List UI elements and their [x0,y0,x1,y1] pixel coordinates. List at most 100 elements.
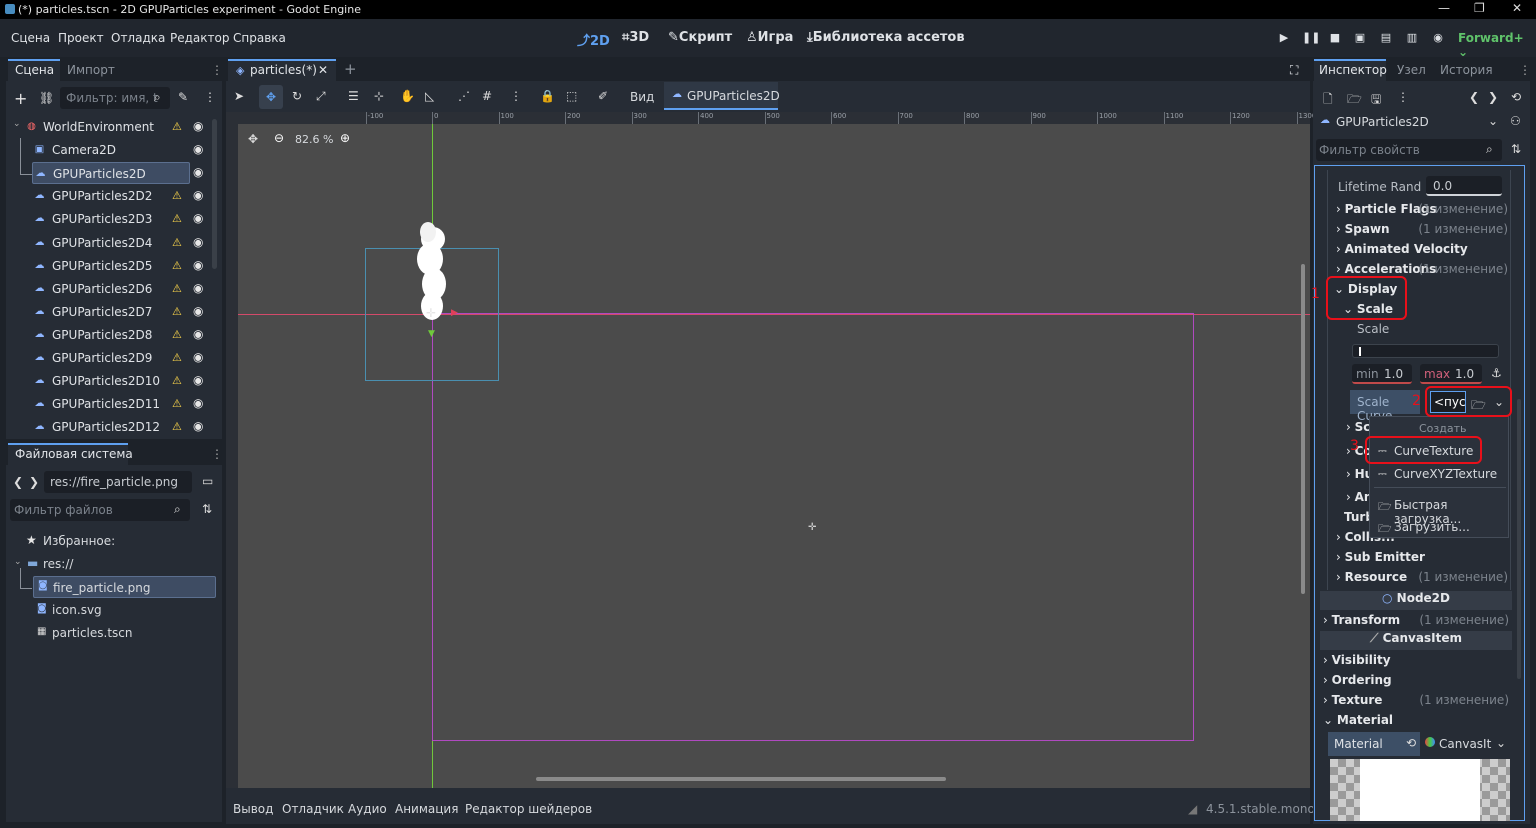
save-resource-icon[interactable]: 🖫 [1371,90,1381,111]
list-select-icon[interactable]: ☰ [348,89,359,103]
forward-icon[interactable]: ❯ [29,475,39,489]
play-custom-icon[interactable]: ▥ [1405,31,1419,45]
visibility-eye-icon[interactable]: ◉ [193,165,203,179]
lock-icon[interactable]: 🔒 [540,89,555,103]
warning-icon[interactable]: ⚠ [172,397,182,410]
scene-tree-item[interactable]: ☁ GPUParticles2D [32,162,190,185]
history-forward-icon[interactable]: ❯ [1488,90,1498,104]
file-item-icon-svg[interactable]: icon.svg [52,603,102,617]
reset-icon[interactable]: ⟲ [1406,736,1416,750]
property-filter-input[interactable]: Фильтр свойств ⌕ [1316,139,1502,161]
warning-icon[interactable]: ⚠ [172,351,182,364]
scene-tree-item[interactable]: ☁ GPUParticles2D8 [32,324,190,346]
scene-tree-item[interactable]: ☁ GPUParticles2D12 [32,416,190,438]
zoom-level[interactable]: 82.6 % [295,133,333,146]
filesystem-path-input[interactable]: res://fire_particle.png [44,471,192,493]
sort-icon[interactable]: ⇅ [202,502,212,516]
dock-menu-icon[interactable]: ⋮ [211,63,223,77]
menu-scene[interactable]: Сцена [11,31,50,45]
visibility-eye-icon[interactable]: ◉ [193,142,203,156]
material-resource-picker[interactable]: CanvasIt [1421,732,1497,756]
maximize-icon[interactable]: ❐ [1474,1,1485,15]
movie-maker-icon[interactable]: ◉ [1431,31,1445,45]
warning-icon[interactable]: ⚠ [172,212,182,225]
visibility-eye-icon[interactable]: ◉ [193,235,203,249]
group-resource[interactable]: › Resource (1 изменение) [1336,570,1508,584]
warning-icon[interactable]: ⚠ [172,420,182,433]
scale-range-slider[interactable] [1352,344,1499,358]
node-origin-icon[interactable]: ✛ [426,306,436,320]
scene-tree-item[interactable]: ◍ WorldEnvironment [8,116,214,138]
popup-item-quick-load[interactable]: 🗁 Быстрая загрузка... [1374,495,1506,526]
visibility-eye-icon[interactable]: ◉ [193,119,203,133]
menu-project[interactable]: Проект [58,31,104,45]
tab-inspector[interactable]: Инспектор [1319,63,1387,77]
inspector-group[interactable]: › Particle Flags (1 изменение) [1336,202,1508,216]
visibility-eye-icon[interactable]: ◉ [193,188,203,202]
pause-icon[interactable]: ❚❚ [1302,31,1320,45]
scene-filter-input[interactable]: Фильтр: имя, t ⌕ [60,87,170,109]
horizontal-scrollbar[interactable] [536,777,946,781]
warning-icon[interactable]: ⚠ [172,120,182,133]
resource-menu-icon[interactable]: ⋮ [1397,90,1409,104]
zoom-out-icon[interactable]: ⊖ [274,131,284,145]
group-material[interactable]: ⌄ Material [1323,713,1393,727]
tab-scene[interactable]: Сцена [15,63,54,77]
visibility-eye-icon[interactable]: ◉ [193,350,203,364]
visibility-eye-icon[interactable]: ◉ [193,211,203,225]
dock-menu-icon[interactable]: ⋮ [211,447,223,461]
warning-icon[interactable]: ⚠ [172,328,182,341]
folder-res[interactable]: res:// [43,557,73,571]
tab-2d[interactable]: ⤴2D [577,30,610,49]
visibility-eye-icon[interactable]: ◉ [193,373,203,387]
scene-tree-item[interactable]: ☁ GPUParticles2D6 [32,278,190,300]
y-gizmo-arrow[interactable]: ▼ [428,329,435,339]
scene-tab-particles[interactable]: particles(*) [250,63,317,77]
smart-snap-icon[interactable]: ⋰ [458,89,470,103]
visibility-eye-icon[interactable]: ◉ [193,419,203,433]
chevron-down-icon[interactable]: ⌄ [13,119,21,129]
inspector-group[interactable]: › Accelerations (1 изменение) [1336,262,1508,276]
file-item-particles-tscn[interactable]: particles.tscn [52,626,132,640]
visibility-eye-icon[interactable]: ◉ [193,396,203,410]
close-icon[interactable]: ✕ [1512,1,1522,15]
menu-help[interactable]: Справка [233,31,286,45]
property-options-icon[interactable]: ⇅ [1511,142,1521,156]
view-menu[interactable]: Вид [630,90,654,104]
visibility-eye-icon[interactable]: ◉ [193,281,203,295]
renderer-selector[interactable]: Forward+ ⌄ [1458,31,1536,59]
warning-icon[interactable]: ⚠ [172,374,182,387]
visibility-eye-icon[interactable]: ◉ [193,327,203,341]
new-resource-icon[interactable]: 🗋 [1323,90,1333,111]
scene-tree-item[interactable]: ☁ GPUParticles2D7 [32,301,190,323]
tab-debugger[interactable]: Отладчик [282,802,344,816]
back-icon[interactable]: ❮ [13,475,23,489]
history-back-icon[interactable]: ❮ [1469,90,1479,104]
viewport-2d[interactable]: ✛ ▶ ▼ ✛ ✥ ⊖ 82.6 % ⊕ [238,124,1310,788]
file-item-fire-particle[interactable]: ◙ fire_particle.png [33,576,216,598]
play-scene-icon[interactable]: ▤ [1379,31,1393,45]
link-icon[interactable]: ⛓ [39,91,54,105]
chevron-down-icon[interactable]: ⌄ [1496,736,1506,750]
warning-icon[interactable]: ⚠ [172,259,182,272]
popup-item-load[interactable]: 🗁 Загрузить... [1374,517,1506,537]
lifetime-rand-field[interactable]: 0.0 [1426,176,1502,196]
tab-audio[interactable]: Аудио [348,802,387,816]
group-sub-emitter[interactable]: › Sub Emitter [1336,550,1508,564]
select-tool-icon[interactable]: ➤ [234,89,244,103]
tab-output[interactable]: Вывод [233,802,273,816]
scene-tree-item[interactable]: ☁ GPUParticles2D4 [32,232,190,254]
object-selector[interactable]: ☁ GPUParticles2D ⌄ ⚇ [1316,111,1528,133]
popup-item-curvexyztexture[interactable]: ⎓ CurveXYZTexture [1374,464,1506,484]
grid-snap-icon[interactable]: # [482,89,492,103]
object-history-icon[interactable]: ⟲ [1511,90,1521,104]
pan-tool-icon[interactable]: ✋ [400,89,415,103]
dock-menu-icon[interactable]: ⋮ [1519,63,1531,77]
node-context-tab[interactable]: ☁ GPUParticles2D [664,82,780,110]
group-visibility[interactable]: › Visibility [1323,653,1391,667]
scale-min-field[interactable]: min 1.0 [1352,364,1412,384]
group-texture[interactable]: › Texture (1 изменение) [1323,693,1509,707]
file-filter-input[interactable]: Фильтр файлов ⌕ [10,499,190,521]
scene-tree-item[interactable]: ☁ GPUParticles2D9 [32,347,190,369]
chevron-down-icon[interactable]: ⌄ [14,557,22,567]
